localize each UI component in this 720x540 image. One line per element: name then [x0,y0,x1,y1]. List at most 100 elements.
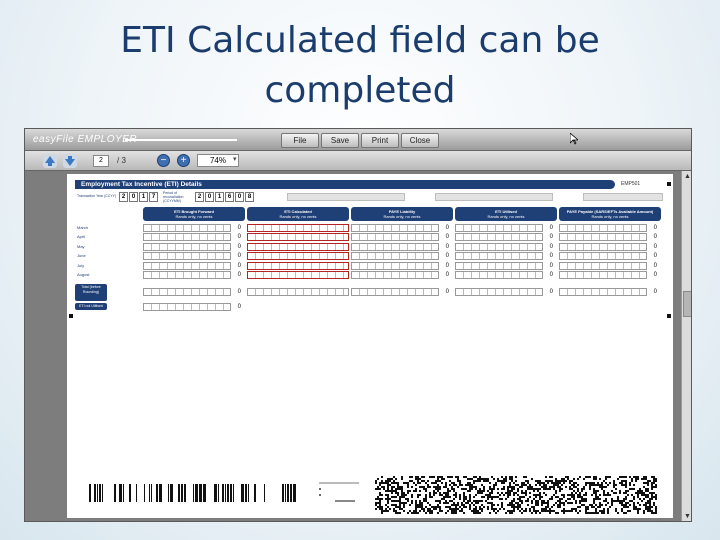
row-cell-eti-utilised[interactable] [455,261,543,270]
row-cell-paye-liability[interactable] [351,271,439,279]
reconciliation-digit[interactable]: 0 [205,192,214,202]
scroll-thumb[interactable] [683,291,691,317]
registration-mark [69,314,73,318]
row-cell-eti-calculated[interactable] [247,252,349,261]
row-cell-paye-liability[interactable] [351,233,439,242]
cell-value: 0 [445,262,449,269]
total-cell-paye-payable[interactable] [559,288,647,296]
reconciliation-digit[interactable]: 0 [235,192,244,202]
cell-value: 0 [549,253,553,260]
title-underline [125,139,237,141]
eti-not-utilised-field[interactable] [143,303,231,311]
row-cell-eti-brought-forward[interactable] [143,252,231,261]
vertical-scrollbar[interactable]: ▲ ▼ [681,171,691,521]
row-cell-paye-payable[interactable] [559,252,647,261]
zoom-out-icon[interactable]: − [157,154,170,167]
row-cell-paye-liability[interactable] [351,224,439,232]
slide-title: ETI Calculated field can be completed [0,16,720,116]
arrow-down-icon[interactable] [63,154,77,168]
row-label-april: April [77,234,86,240]
barcode-icon [87,482,299,504]
row-cell-eti-calculated[interactable] [247,224,349,232]
total-cell-paye-liability[interactable] [351,288,439,296]
save-button[interactable]: Save [321,133,359,148]
row-cell-paye-payable[interactable] [559,224,647,232]
close-button[interactable]: Close [401,133,439,148]
chevron-down-icon[interactable]: ▾ [233,155,237,163]
transaction-year-digit[interactable]: 2 [119,192,128,202]
total-cell-eti-utilised[interactable] [455,288,543,296]
reconciliation-digit[interactable]: 8 [245,192,254,202]
row-cell-eti-brought-forward[interactable] [143,261,231,270]
form-code: EMP501 [621,181,641,187]
cell-value: 0 [237,262,241,269]
registration-mark [667,314,671,318]
row-cell-eti-utilised[interactable] [455,233,543,242]
app-window: easyFile EMPLOYER File Save Print Close … [24,128,692,522]
row-cell-paye-payable[interactable] [559,261,647,270]
column-header-paye-payable: PAYE Payable (SARS/EFTs Available Amount… [559,207,661,221]
row-label-july: July [77,262,85,268]
row-label-august: August [77,272,90,277]
cell-value: 0 [653,289,657,295]
row-cell-eti-calculated[interactable] [247,261,349,270]
cell-value: 0 [653,225,657,231]
paye-reference-field[interactable] [287,193,405,201]
row-cell-eti-utilised[interactable] [455,271,543,279]
row-cell-eti-brought-forward[interactable] [143,271,231,279]
cell-value: 0 [653,272,657,278]
cell-value: 0 [549,234,553,241]
column-header-eti-brought-forward: ETI Brought Forward Rands only, no cents [143,207,245,221]
cell-value: 0 [549,225,553,231]
row-label-march: March [77,225,89,230]
row-cell-eti-utilised[interactable] [455,224,543,232]
row-label-may: May [77,243,85,249]
reconciliation-digit[interactable]: 2 [195,192,204,202]
row-cell-paye-liability[interactable] [351,242,439,251]
row-cell-paye-payable[interactable] [559,271,647,279]
cell-value: 0 [445,243,449,250]
registration-mark [667,182,671,186]
row-cell-paye-liability[interactable] [351,252,439,261]
row-cell-eti-calculated[interactable] [247,242,349,251]
print-button[interactable]: Print [361,133,399,148]
cell-value: 0 [237,253,241,260]
column-header-eti-utilised: ETI Utilised Rands only, no cents [455,207,557,221]
total-cell-eti-calculated[interactable] [247,288,349,296]
uif-reference-field[interactable] [583,193,663,201]
cell-value: 0 [549,243,553,250]
arrow-up-icon[interactable] [43,154,57,168]
eti-not-utilised-label: ETI not Utilised [75,303,107,310]
transaction-year-digit[interactable]: 0 [129,192,138,202]
2d-barcode-icon [373,474,659,516]
file-button[interactable]: File [281,133,319,148]
row-cell-eti-utilised[interactable] [455,242,543,251]
row-cell-eti-brought-forward[interactable] [143,224,231,232]
scroll-up-icon[interactable]: ▲ [682,171,691,182]
row-cell-eti-calculated[interactable] [247,233,349,242]
row-cell-paye-payable[interactable] [559,233,647,242]
total-cell-eti-brought-forward[interactable] [143,288,231,296]
zoom-in-icon[interactable]: + [177,154,190,167]
row-label-june: June [77,253,86,259]
transaction-year-digit[interactable]: 7 [149,192,158,202]
reconciliation-digit[interactable]: 1 [215,192,224,202]
row-cell-eti-brought-forward[interactable] [143,242,231,251]
form-title: Employment Tax Incentive (ETI) Details [81,181,202,188]
cell-value: 0 [237,289,241,295]
reconciliation-digit[interactable]: 6 [225,192,234,202]
page-number-input[interactable]: 2 [93,155,109,167]
scroll-down-icon[interactable]: ▼ [682,511,691,521]
row-cell-eti-calculated[interactable] [247,271,349,279]
row-cell-paye-payable[interactable] [559,242,647,251]
row-cell-eti-utilised[interactable] [455,252,543,261]
cell-value: 0 [653,243,657,250]
mouse-cursor-icon [570,133,578,145]
cell-value: 0 [549,289,553,295]
cell-value: 0 [549,262,553,269]
row-cell-eti-brought-forward[interactable] [143,233,231,242]
sdl-reference-field[interactable] [435,193,553,201]
cell-value: 0 [445,289,449,295]
transaction-year-digit[interactable]: 1 [139,192,148,202]
row-cell-paye-liability[interactable] [351,261,439,270]
